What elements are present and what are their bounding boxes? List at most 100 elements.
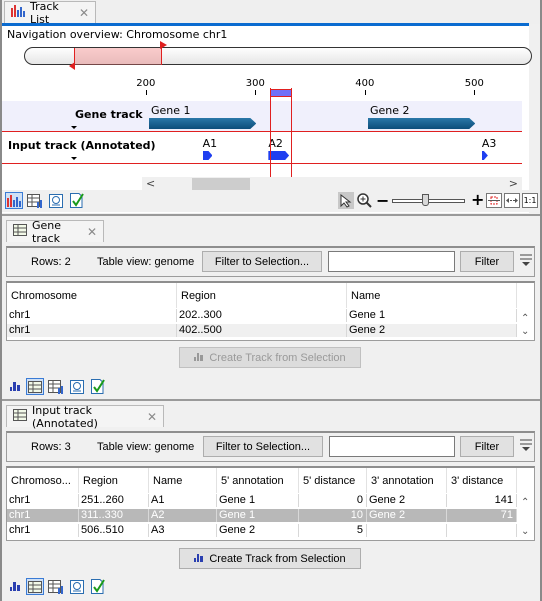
table-cell: 506..510 [79, 524, 149, 537]
ruler-tick [145, 90, 147, 95]
tab-gene-track[interactable]: Gene track ✕ [6, 219, 104, 245]
annotation-feature[interactable] [203, 151, 213, 160]
filter-to-selection-button[interactable]: Filter to Selection... [202, 251, 322, 272]
history-view-icon[interactable] [47, 192, 65, 209]
table-cell: A3 [149, 524, 217, 537]
gene-feature[interactable] [368, 118, 475, 129]
table-row[interactable]: chr1 402..500 Gene 2 [7, 324, 517, 337]
filter-input[interactable] [328, 251, 455, 272]
overview-right-handle-icon[interactable] [160, 41, 168, 49]
rows-count: Rows: 2 [31, 256, 71, 268]
column-header[interactable]: Region [177, 283, 347, 308]
track-view-icon[interactable] [9, 379, 23, 393]
track-view-icon[interactable] [9, 579, 23, 593]
bar-chart-icon [194, 352, 204, 364]
column-header[interactable]: 3' annotation [367, 468, 447, 493]
track-view-icon[interactable] [5, 192, 23, 209]
filter-to-selection-button[interactable]: Filter to Selection... [203, 436, 323, 457]
tab-track-list[interactable]: Track List ✕ [4, 0, 96, 26]
selection-mode-icon[interactable] [338, 192, 354, 209]
validate-view-icon[interactable] [89, 378, 107, 395]
column-header[interactable]: 3' distance [447, 468, 517, 493]
ruler-tick-label: 300 [245, 78, 265, 89]
scroll-left-icon[interactable]: < [146, 177, 155, 190]
scroll-right-icon[interactable]: > [509, 177, 518, 190]
zoom-out-button[interactable]: − [376, 191, 389, 210]
column-header[interactable]: Chromosome [7, 283, 177, 308]
table-cell: 141 [447, 494, 517, 507]
input-track-label[interactable]: Input track (Annotated) [8, 139, 156, 152]
table-cell: 202..300 [177, 309, 347, 322]
table-cell: 71 [447, 509, 517, 522]
history-view-icon[interactable] [68, 378, 86, 395]
create-track-from-selection-button[interactable]: Create Track from Selection [179, 347, 361, 368]
table-row[interactable]: chr1 251..260 A1 Gene 1 0 Gene 2 141 [7, 494, 517, 507]
table-cell: 0 [299, 494, 367, 507]
selection-marker[interactable] [270, 89, 292, 97]
table-cell: chr1 [7, 524, 79, 537]
table-row[interactable]: chr1 202..300 Gene 1 [7, 309, 517, 322]
table-view-icon[interactable] [26, 578, 44, 595]
column-options-icon[interactable] [520, 253, 532, 270]
table-row[interactable]: chr1 506..510 A3 Gene 25 [7, 524, 517, 537]
column-header[interactable]: 5' distance [299, 468, 367, 493]
gene-table: Chromosome Region Name chr1 202..300 Gene 1 c… [6, 281, 535, 341]
ruler-tick-label: 200 [136, 78, 156, 89]
filter-button[interactable]: Filter [460, 436, 514, 457]
create-track-from-selection-button[interactable]: Create Track from Selection [179, 548, 361, 569]
overview-visible-region[interactable] [74, 48, 162, 65]
gene-feature-label: Gene 1 [151, 104, 191, 117]
table-cell [447, 524, 517, 537]
table-view-label: Table view: genome [97, 441, 195, 453]
table-cell: Gene 1 [347, 309, 517, 322]
scroll-down-icon[interactable]: ⌄ [521, 326, 529, 337]
gene-track-label[interactable]: Gene track [75, 108, 143, 121]
zoom-in-button[interactable]: + [471, 190, 484, 209]
scroll-up-icon[interactable]: ⌃ [521, 497, 529, 508]
column-options-icon[interactable] [520, 438, 532, 455]
scroll-down-icon[interactable]: ⌄ [521, 526, 529, 537]
zoom-to-selection-icon[interactable] [486, 193, 502, 208]
table-chart-view-icon[interactable] [47, 578, 65, 595]
history-view-icon[interactable] [68, 578, 86, 595]
table-cell: Gene 1 [217, 509, 299, 522]
close-icon[interactable]: ✕ [79, 6, 89, 20]
filter-input[interactable] [329, 436, 455, 457]
tab-input-track[interactable]: Input track (Annotated) ✕ [6, 404, 164, 430]
column-header[interactable]: 5' annotation [217, 468, 299, 493]
table-cell: 5 [299, 524, 367, 537]
column-header[interactable]: Name [149, 468, 217, 493]
column-header[interactable]: Region [79, 468, 149, 493]
gene-feature[interactable] [149, 118, 256, 129]
table-view-icon[interactable] [26, 378, 44, 395]
annotation-feature[interactable] [482, 151, 488, 160]
column-header[interactable]: Chromoso... [7, 468, 79, 493]
table-cell: 10 [299, 509, 367, 522]
column-header[interactable]: Name [347, 283, 517, 308]
zoom-in-mode-icon[interactable] [356, 192, 374, 209]
table-cell: 251..260 [79, 494, 149, 507]
validate-view-icon[interactable] [89, 578, 107, 595]
tab-label: Track List [30, 0, 59, 26]
table-chart-view-icon[interactable] [26, 192, 44, 209]
table-chart-view-icon[interactable] [47, 378, 65, 395]
ruler-tick-label: 400 [355, 78, 375, 89]
track-separator [2, 131, 522, 132]
input-table: Chromoso... Region Name 5' annotation 5' dis… [6, 466, 535, 541]
filter-button[interactable]: Filter [460, 251, 514, 272]
zoom-to-fit-icon[interactable] [504, 193, 520, 208]
validate-view-icon[interactable] [68, 192, 86, 209]
gene-track-dropdown-icon[interactable] [71, 126, 77, 129]
zoom-slider-thumb[interactable] [421, 194, 429, 206]
track-list-view: Navigation overview: Chromosome chr1 200… [2, 23, 532, 213]
table-row[interactable]: chr1 311..330 A2 Gene 1 10 Gene 2 71 [7, 509, 517, 522]
annotation-feature-label: A3 [481, 137, 497, 150]
track-list-toolbar: − + 1:1 [2, 190, 538, 212]
close-icon[interactable]: ✕ [87, 225, 97, 239]
scroll-up-icon[interactable]: ⌃ [521, 313, 529, 324]
overview-left-handle-icon[interactable] [69, 62, 77, 70]
zoom-base-level-button[interactable]: 1:1 [522, 193, 538, 208]
input-track-dropdown-icon[interactable] [71, 157, 77, 160]
table-cell: chr1 [7, 509, 79, 522]
close-icon[interactable]: ✕ [147, 410, 157, 424]
